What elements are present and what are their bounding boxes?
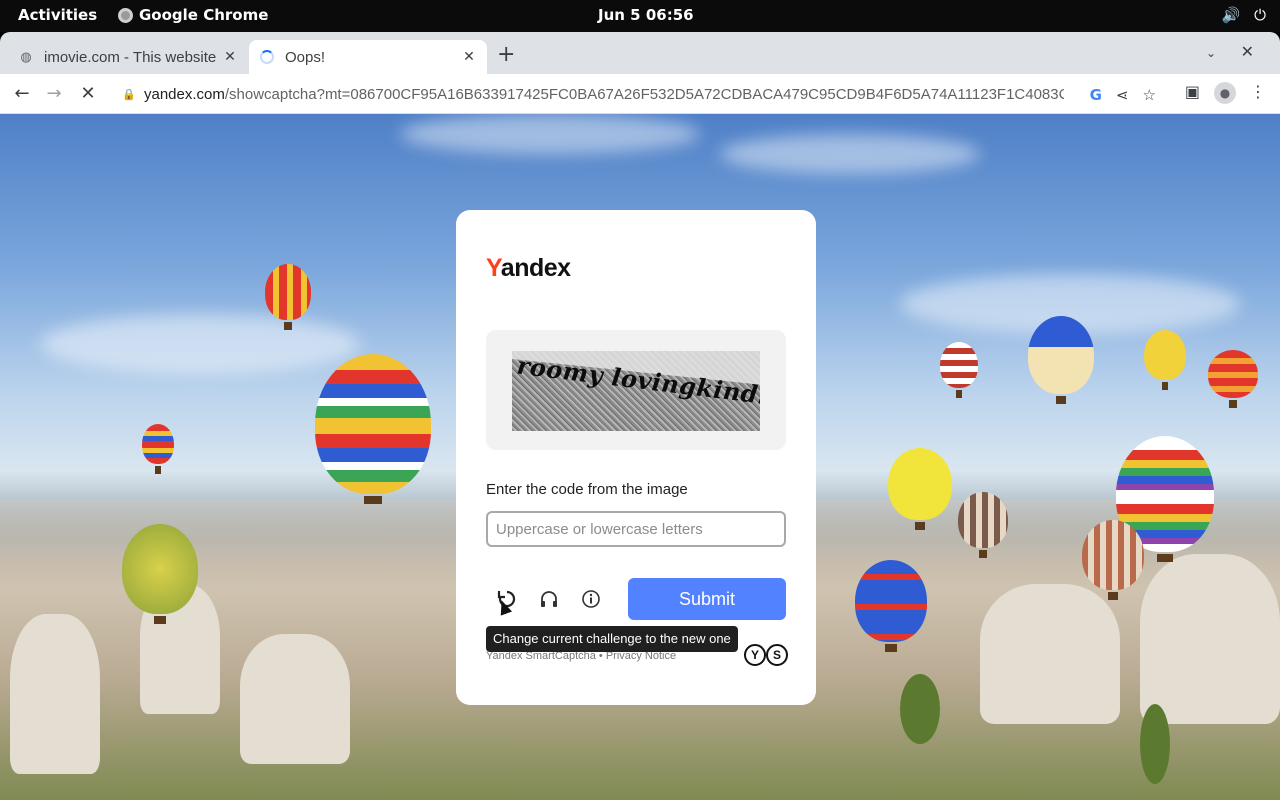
- tab-imovie[interactable]: ◍ imovie.com - This website ✕: [8, 40, 248, 74]
- captcha-card: Yandex roomy lovingkindness Enter the co…: [456, 210, 816, 705]
- logo-letter-y: Y: [486, 254, 501, 282]
- hot-air-balloon: [315, 354, 431, 504]
- globe-icon: ◍: [20, 49, 32, 65]
- cloud: [40, 314, 360, 374]
- hot-air-balloon: [265, 264, 311, 330]
- side-panel-icon[interactable]: ▣: [1185, 82, 1200, 104]
- captcha-code-input[interactable]: [486, 511, 786, 547]
- cloud: [400, 114, 700, 154]
- rock-formation: [1140, 554, 1280, 724]
- app-name: Google Chrome: [139, 6, 269, 24]
- system-tray[interactable]: 🔊 ⏻: [1221, 6, 1266, 24]
- stop-loading-icon[interactable]: ✕: [76, 82, 100, 106]
- loading-spinner-icon: [259, 49, 275, 65]
- hot-air-balloon: [1208, 350, 1258, 408]
- close-tab-icon[interactable]: ✕: [461, 49, 477, 65]
- footer-logo-s: S: [766, 644, 788, 666]
- app-menu[interactable]: Google Chrome: [118, 6, 268, 24]
- hot-air-balloon: [1144, 330, 1186, 390]
- tree: [900, 674, 940, 744]
- tab-strip: ◍ imovie.com - This website ✕ Oops! ✕ + …: [0, 32, 1280, 74]
- hot-air-balloon: [855, 560, 927, 652]
- back-arrow-icon[interactable]: ←: [10, 82, 34, 106]
- footer-logo-y: Y: [744, 644, 766, 666]
- hot-air-balloon: [1082, 520, 1144, 600]
- close-tab-icon[interactable]: ✕: [222, 49, 238, 65]
- headphones-icon[interactable]: [536, 586, 562, 612]
- captcha-image-container: roomy lovingkindness: [486, 330, 786, 450]
- yandex-logo: Yandex: [486, 254, 571, 283]
- captcha-image: roomy lovingkindness: [512, 351, 760, 431]
- lock-icon[interactable]: 🔒: [122, 88, 136, 101]
- google-lens-icon[interactable]: G: [1090, 86, 1102, 104]
- power-icon[interactable]: ⏻: [1254, 6, 1266, 24]
- hot-air-balloon: [1028, 316, 1094, 404]
- url-text[interactable]: yandex.com/showcaptcha?mt=086700CF95A16B…: [144, 86, 1064, 103]
- hot-air-balloon: [958, 492, 1008, 558]
- hot-air-balloon: [122, 524, 198, 624]
- logo-rest: andex: [500, 254, 571, 282]
- chrome-menu-icon[interactable]: ⋮: [1250, 82, 1266, 104]
- info-icon[interactable]: [578, 586, 604, 612]
- new-tab-icon[interactable]: +: [497, 44, 515, 66]
- hot-air-balloon: [888, 448, 952, 530]
- cloud: [720, 134, 980, 174]
- tab-oops[interactable]: Oops! ✕: [249, 40, 487, 74]
- forward-arrow-icon[interactable]: →: [42, 82, 66, 106]
- volume-icon[interactable]: 🔊: [1221, 6, 1240, 24]
- code-prompt-label: Enter the code from the image: [486, 481, 688, 498]
- refresh-tooltip: Change current challenge to the new one: [486, 626, 738, 652]
- activities-button[interactable]: Activities: [18, 6, 97, 24]
- tree: [1140, 704, 1170, 784]
- browser-toolbar: ← → ✕ 🔒 yandex.com/showcaptcha?mt=086700…: [0, 74, 1280, 114]
- profile-avatar-icon[interactable]: ●: [1214, 82, 1236, 104]
- bookmark-star-icon[interactable]: ☆: [1143, 86, 1156, 104]
- rock-formation: [980, 584, 1120, 724]
- rock-formation: [240, 634, 350, 764]
- tab-title: imovie.com - This website: [44, 48, 217, 66]
- hot-air-balloon: [142, 424, 174, 474]
- clock[interactable]: Jun 5 06:56: [598, 6, 694, 24]
- address-bar[interactable]: 🔒 yandex.com/showcaptcha?mt=086700CF95A1…: [110, 78, 1166, 110]
- tab-search-chevron-icon[interactable]: ⌄: [1206, 46, 1216, 60]
- window-close-icon[interactable]: ✕: [1241, 42, 1254, 61]
- submit-button[interactable]: Submit: [628, 578, 786, 620]
- chrome-icon: [118, 7, 133, 23]
- url-path: /showcaptcha?mt=086700CF95A16B633917425F…: [224, 85, 1064, 103]
- url-host: yandex.com: [144, 85, 225, 103]
- rock-formation: [10, 614, 100, 774]
- system-top-bar: Activities Google Chrome Jun 5 06:56 🔊 ⏻: [0, 0, 1280, 32]
- tab-title: Oops!: [285, 48, 326, 66]
- hot-air-balloon: [940, 342, 978, 398]
- smartcaptcha-logo: Y S: [744, 644, 788, 666]
- share-icon[interactable]: ⋖: [1116, 86, 1129, 104]
